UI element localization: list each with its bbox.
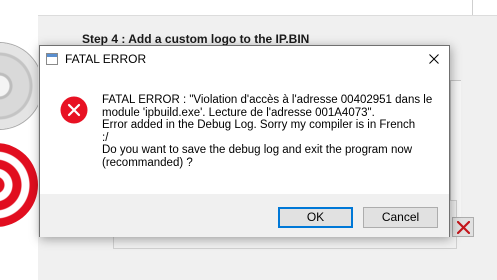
message-line: (recommanded) ? [102,156,193,169]
background-logo-panel: D [0,15,38,280]
swirl-logo-image [0,143,38,227]
dialog-content: FATAL ERROR : "Violation d'accès à l'adr… [40,74,449,194]
message-line: :/ [102,131,109,144]
dialog-button-bar: OK Cancel [40,194,449,237]
error-icon [60,96,88,124]
delete-button[interactable] [452,217,474,237]
delete-x-icon [457,221,470,234]
error-message: FATAL ERROR : "Violation d'accès à l'adr… [102,94,440,169]
message-line: Error added in the Debug Log. Sorry my c… [102,119,416,131]
step-heading: Step 4 : Add a custom logo to the IP.BIN [82,32,310,46]
message-line: module 'ipbuild.exe'. Lecture de l'adres… [102,106,375,119]
background-top-separator [472,0,473,15]
message-line: Do you want to save the debug log and ex… [102,144,413,156]
close-button[interactable] [419,46,449,73]
close-icon [429,54,439,64]
fatal-error-dialog: FATAL ERROR FATAL ERROR : "Violation d'a… [39,45,450,237]
background-top-strip [0,0,497,16]
app-window-icon [46,53,58,65]
ok-button[interactable]: OK [278,207,353,228]
disc-image [0,43,38,129]
dialog-title: FATAL ERROR [65,52,147,66]
dialog-titlebar[interactable]: FATAL ERROR [40,46,449,74]
cancel-button[interactable]: Cancel [363,207,438,228]
logo-letter: D [34,207,38,233]
message-line: FATAL ERROR : "Violation d'accès à l'adr… [102,94,433,106]
